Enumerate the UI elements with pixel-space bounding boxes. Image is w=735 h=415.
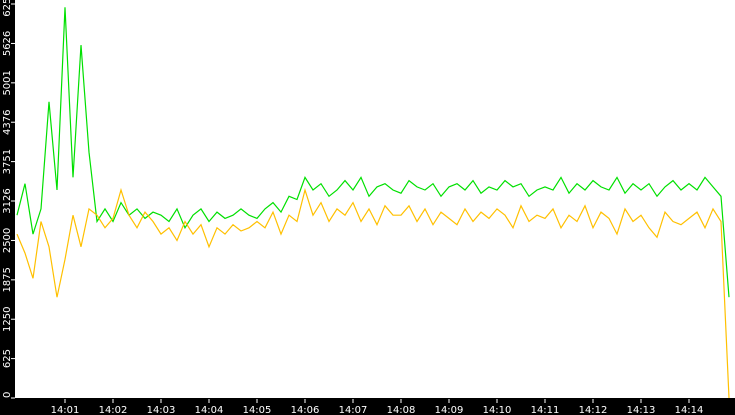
y-tick-label: 2500 [2,228,13,253]
line-chart: 0 625 1250 1875 2500 3126 3751 4376 5001 5626 6252… [2,0,735,415]
x-tick-label: 14:06 [291,405,320,415]
x-tick-label: 14:10 [483,405,512,415]
y-tick-label: 625 [2,349,13,368]
x-tick-label: 14:09 [435,405,464,415]
plot-area [15,0,735,398]
y-tick-label: 3751 [2,149,13,174]
y-tick-label: 0 [2,392,13,398]
y-tick-label: 1250 [2,306,13,331]
y-tick-label: 5626 [2,31,13,56]
x-tick-label: 14:11 [531,405,560,415]
x-tick-label: 14:08 [387,405,416,415]
y-tick-label: 1875 [2,267,13,292]
x-tick-label: 14:07 [339,405,368,415]
x-tick-label: 14:12 [579,405,608,415]
x-tick-label: 14:03 [147,405,176,415]
y-tick-label: 5001 [2,70,13,95]
x-tick-label: 14:13 [627,405,656,415]
x-tick-label: 14:04 [195,405,224,415]
x-axis: 14:01 14:02 14:03 14:04 14:05 14:06 14:07 14:08… [51,399,704,415]
x-tick-label: 14:05 [243,405,272,415]
y-tick-label: 6252 [2,0,13,17]
x-tick-label: 14:14 [675,405,704,415]
x-tick-label: 14:02 [99,405,128,415]
x-tick-label: 14:01 [51,405,80,415]
y-tick-label: 3126 [2,188,13,213]
y-tick-label: 4376 [2,109,13,134]
y-axis: 0 625 1250 1875 2500 3126 3751 4376 5001 5626 6252 [2,0,15,399]
